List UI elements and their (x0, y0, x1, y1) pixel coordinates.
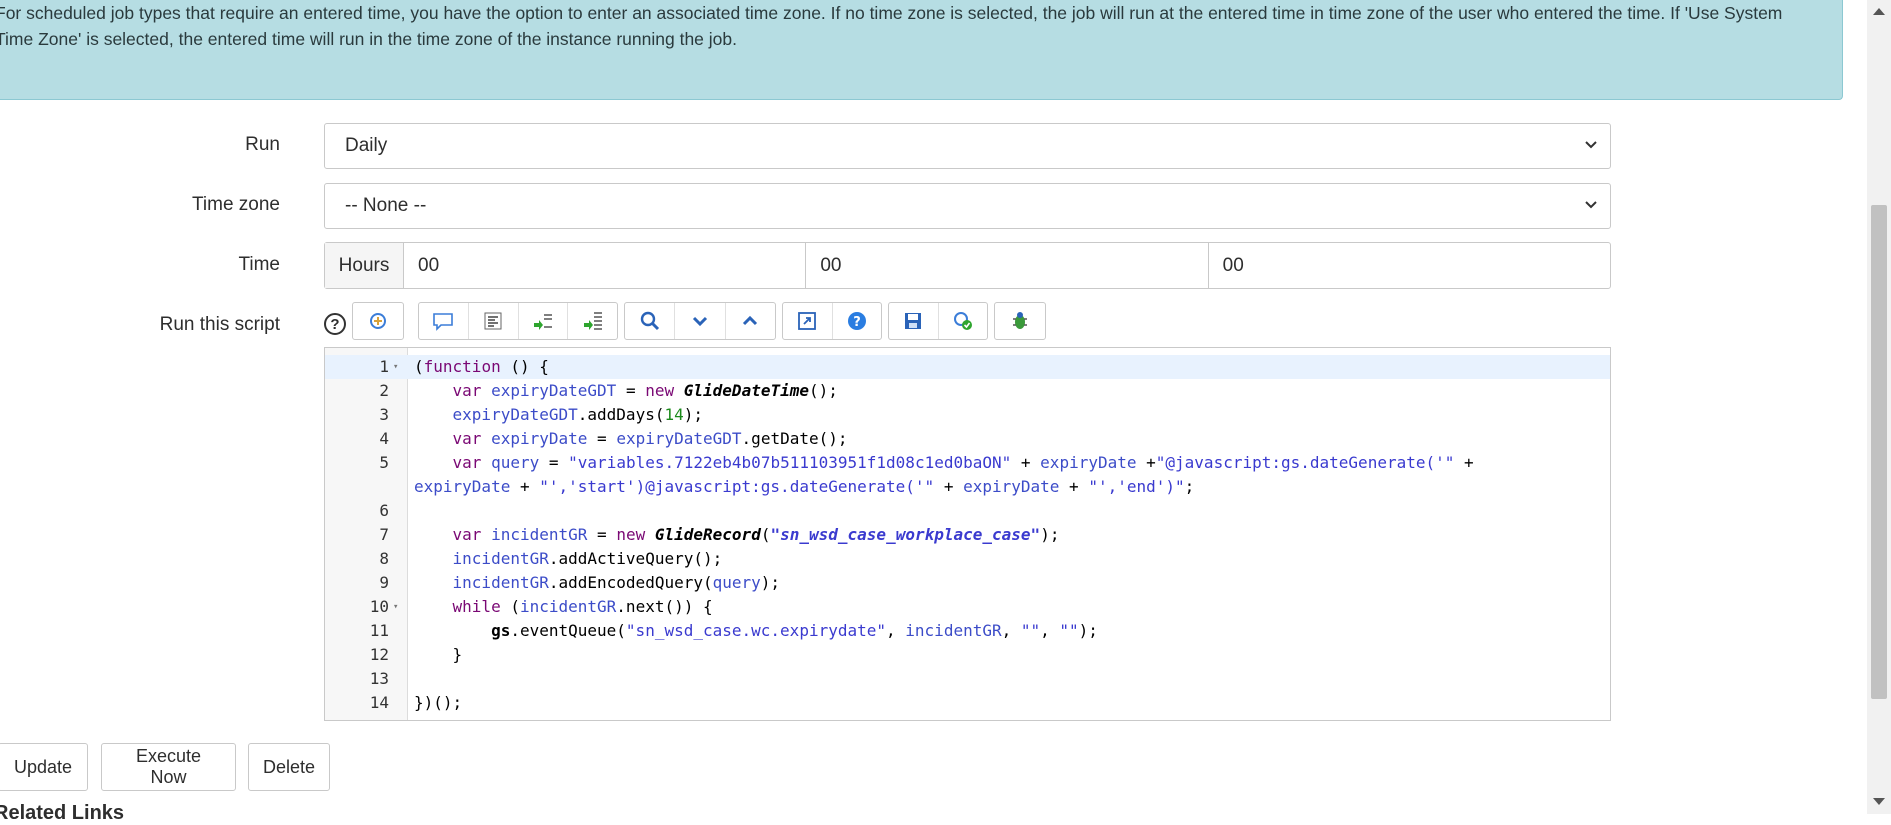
timezone-select-value: -- None -- (345, 195, 427, 216)
code-line: 9 incidentGR.addEncodedQuery(query); (379, 573, 781, 592)
update-button[interactable]: Update (0, 743, 88, 791)
execute-now-button[interactable]: Execute Now (101, 743, 236, 791)
toolbar-group-format (418, 302, 618, 340)
comment-icon[interactable] (419, 303, 468, 339)
fold-arrow-icon[interactable]: ▾ (393, 355, 398, 379)
run-label: Run (245, 134, 280, 155)
code-line: 13 (369, 669, 389, 688)
code-line: 14 })(); (369, 693, 463, 712)
code-line: 4 var expiryDate = expiryDateGDT.getDate… (379, 429, 848, 448)
replace-icon[interactable] (517, 303, 568, 339)
toolbar-group-debug (994, 302, 1046, 340)
code-line: 8 incidentGR.addActiveQuery(); (379, 549, 723, 568)
time-hours-input[interactable]: 00 (404, 243, 805, 288)
save-icon[interactable] (889, 303, 938, 339)
toolbar-group-view: ? (782, 302, 882, 340)
info-text: For scheduled job types that require an … (0, 3, 1783, 49)
chevron-down-icon (1585, 201, 1597, 209)
code-line: 3 expiryDateGDT.addDays(14); (379, 405, 703, 424)
page-scrollbar[interactable] (1867, 0, 1891, 814)
field-help-icon[interactable]: ? (324, 313, 346, 335)
script-check-icon[interactable] (937, 303, 988, 339)
search-icon[interactable] (625, 303, 674, 339)
delete-button[interactable]: Delete (248, 743, 330, 791)
scroll-down-arrow-icon[interactable] (1873, 798, 1885, 805)
time-minutes-input[interactable]: 00 (805, 243, 1207, 288)
code-line: 7 var incidentGR = new GlideRecord("sn_w… (379, 525, 1060, 544)
fold-arrow-icon[interactable]: ▾ (393, 595, 398, 619)
toolbar-group-syntax (352, 302, 404, 340)
scrollbar-thumb[interactable] (1871, 205, 1887, 699)
timezone-label: Time zone (192, 194, 280, 215)
chevron-up-icon[interactable] (724, 303, 775, 339)
chevron-down-icon (1585, 141, 1597, 149)
code-line: 1 ▾ (function () { (325, 355, 1610, 379)
time-seconds-input[interactable]: 00 (1207, 243, 1610, 288)
time-label: Time (238, 254, 280, 275)
scroll-up-arrow-icon[interactable] (1873, 8, 1885, 15)
script-label: Run this script (159, 314, 280, 335)
script-editor[interactable]: 1 ▾ (function () { 2 var expiryDateGDT = … (324, 347, 1611, 721)
run-select[interactable]: Daily (324, 123, 1611, 169)
toolbar-group-search (624, 302, 776, 340)
format-icon[interactable] (467, 303, 518, 339)
toolbar-group-save (888, 302, 988, 340)
info-banner: For scheduled job types that require an … (0, 0, 1843, 100)
code-line: 6 (379, 501, 389, 520)
code-line: expiryDate + "','start')@javascript:gs.d… (414, 477, 1195, 496)
code-line: 10 ▾ while (incidentGR.next()) { (325, 595, 1610, 619)
fullscreen-icon[interactable] (783, 303, 832, 339)
code-line: 12 } (369, 645, 463, 664)
timezone-select[interactable]: -- None -- (324, 183, 1611, 229)
code-line: 11 gs.eventQueue("sn_wsd_case.wc.expiryd… (369, 621, 1098, 640)
time-input-group: Hours 00 00 00 (324, 242, 1611, 289)
hours-addon: Hours (325, 243, 404, 288)
chevron-down-icon[interactable] (674, 303, 724, 339)
debug-icon[interactable] (995, 303, 1045, 339)
svg-text:?: ? (853, 315, 861, 330)
code-line: 5 var query = "variables.7122eb4b07b5111… (379, 453, 1474, 472)
replace-all-icon[interactable] (567, 303, 617, 339)
run-select-value: Daily (345, 135, 388, 156)
code-line: 2 var expiryDateGDT = new GlideDateTime(… (379, 381, 838, 400)
help-icon[interactable]: ? (831, 303, 882, 339)
toggle-syntax-icon[interactable] (353, 303, 403, 339)
